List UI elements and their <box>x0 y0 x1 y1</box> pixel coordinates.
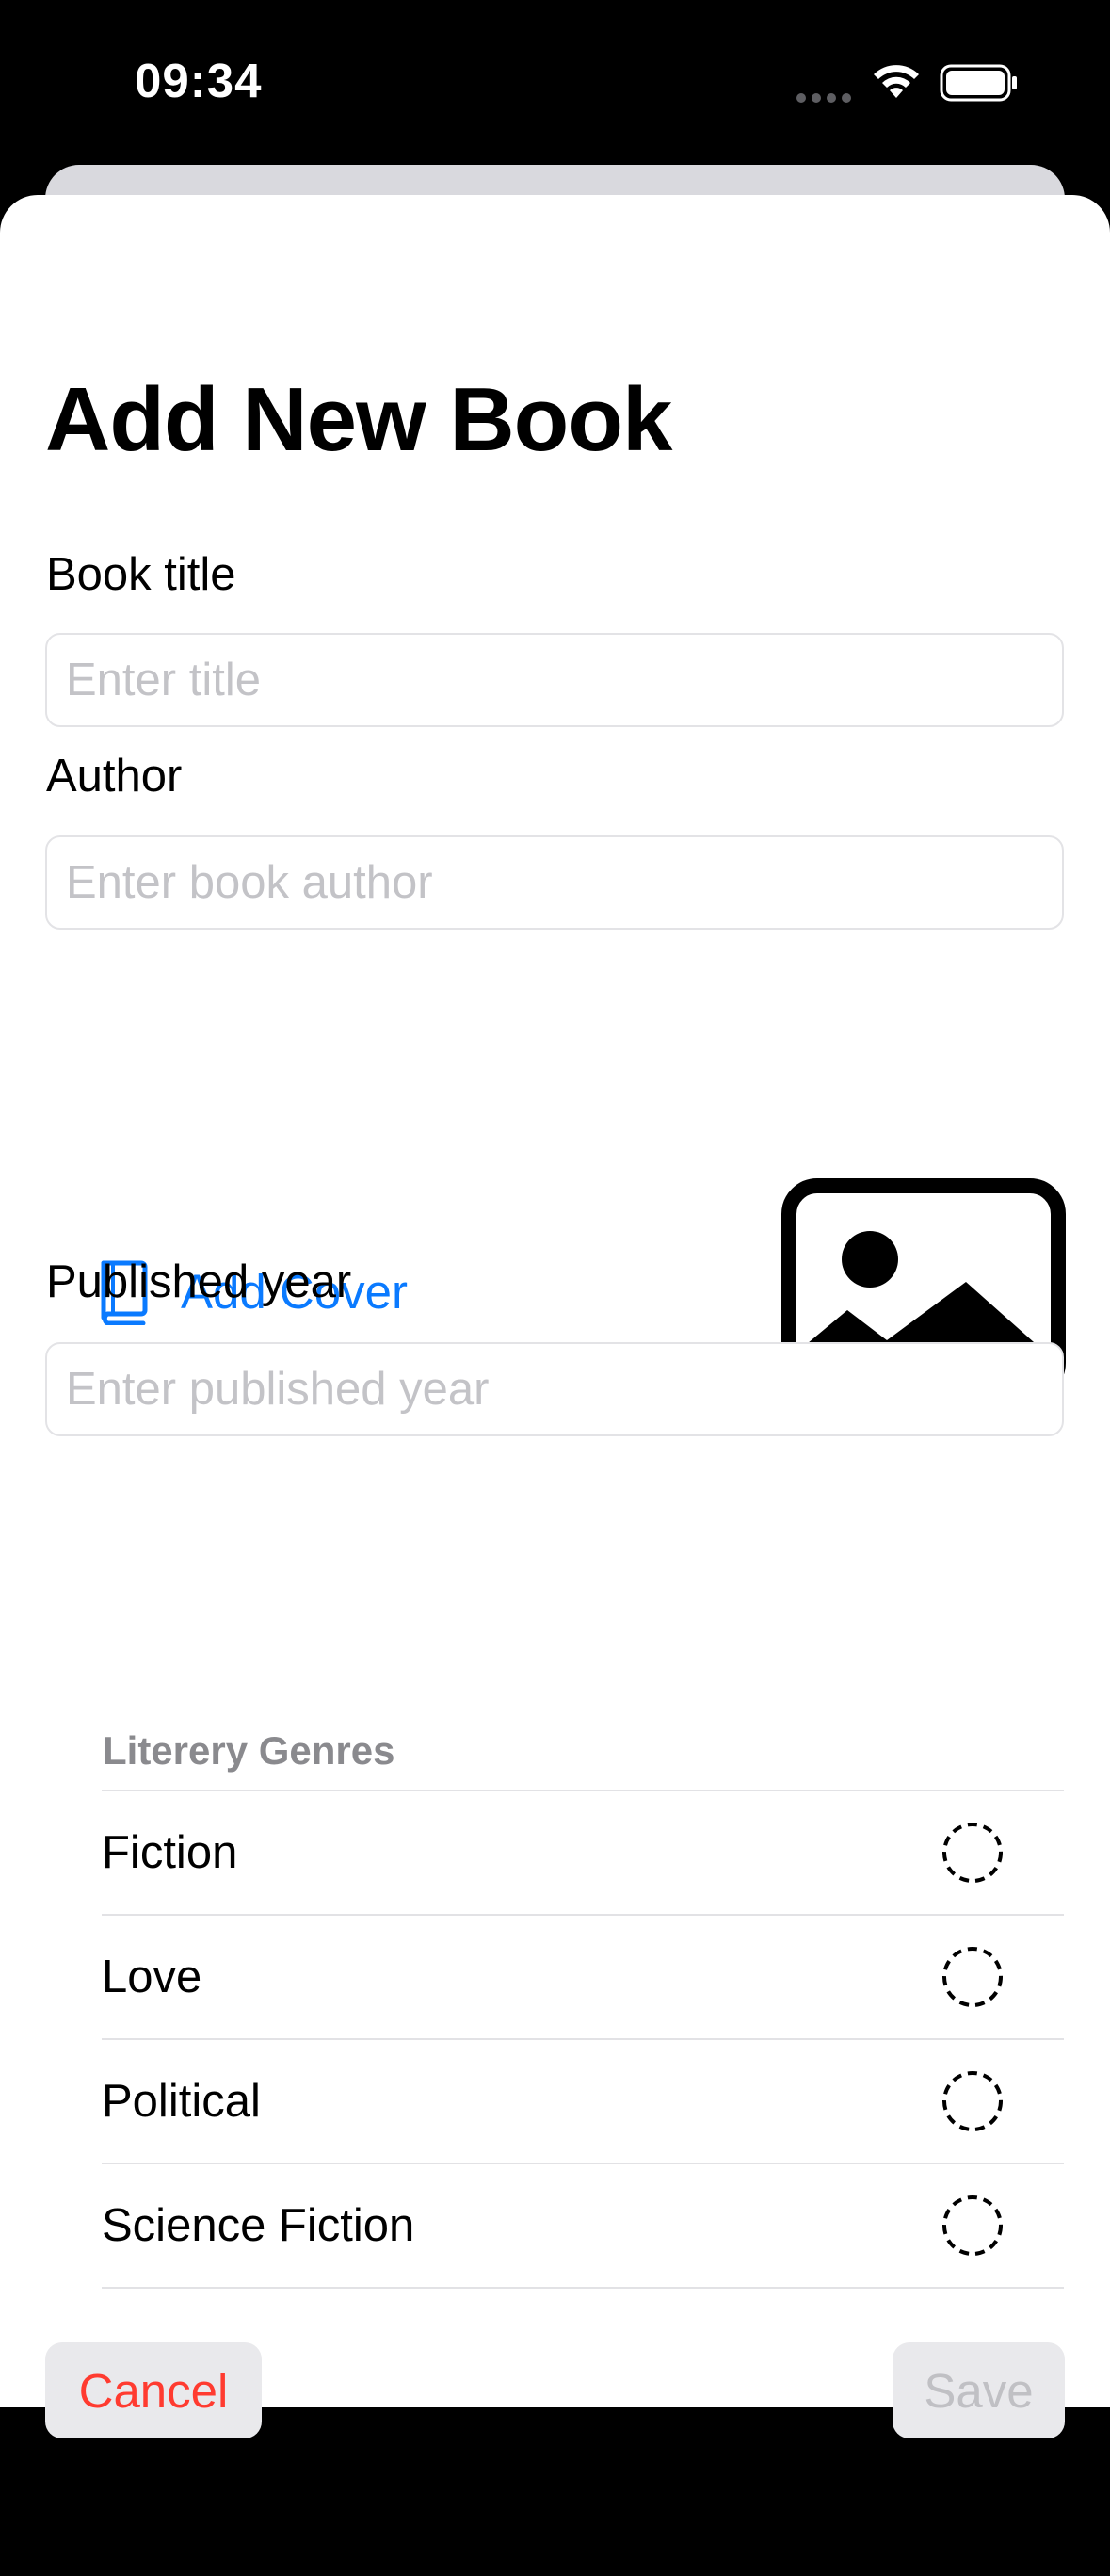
published-year-input[interactable] <box>45 1342 1064 1436</box>
genre-label: Political <box>102 2076 261 2127</box>
genre-label: Love <box>102 1952 202 2002</box>
genre-row-science-fiction[interactable]: Science Fiction <box>102 2163 1064 2289</box>
dashed-circle-icon[interactable] <box>941 1946 1004 2008</box>
book-title-input[interactable] <box>45 633 1064 727</box>
dashed-circle-icon[interactable] <box>941 1822 1004 1884</box>
home-indicator[interactable] <box>359 2563 752 2576</box>
genre-row-fiction[interactable]: Fiction <box>102 1790 1064 1914</box>
book-title-label: Book title <box>46 549 236 600</box>
genres-section-header: Literery Genres <box>103 1728 395 1773</box>
page-title: Add New Book <box>45 369 672 470</box>
dashed-circle-icon[interactable] <box>941 2195 1004 2257</box>
genres-list: Fiction Love Political Science Fiction <box>102 1790 1064 2289</box>
status-time: 09:34 <box>135 54 263 107</box>
wifi-icon <box>874 65 919 98</box>
cancel-button[interactable]: Cancel <box>45 2342 262 2438</box>
add-book-sheet: Add New Book Book title Author Add Cover… <box>0 195 1110 2576</box>
battery-icon <box>940 64 1017 102</box>
genre-label: Science Fiction <box>102 2200 415 2251</box>
genre-row-political[interactable]: Political <box>102 2038 1064 2163</box>
status-bar: 09:34 <box>0 0 1110 165</box>
save-button[interactable]: Save <box>893 2342 1065 2438</box>
author-input[interactable] <box>45 835 1064 930</box>
cellular-signal-icon <box>796 90 857 107</box>
dashed-circle-icon[interactable] <box>941 2070 1004 2132</box>
author-label: Author <box>46 751 183 802</box>
genre-label: Fiction <box>102 1827 238 1878</box>
genre-row-love[interactable]: Love <box>102 1914 1064 2038</box>
published-year-label: Published year <box>46 1256 352 1307</box>
